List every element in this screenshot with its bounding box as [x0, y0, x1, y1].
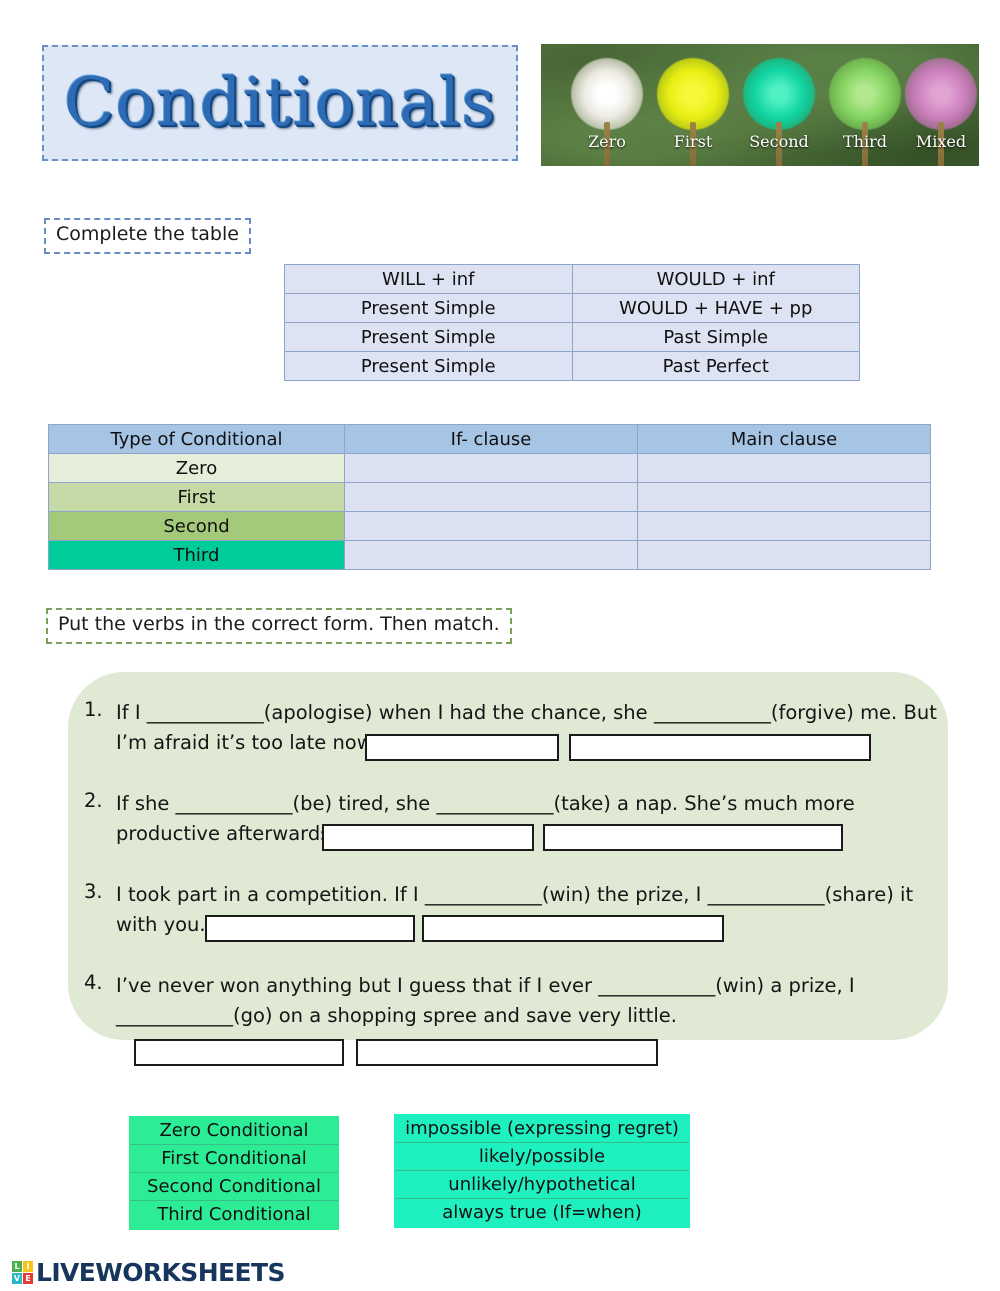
question-text-1-line2: I’m afraid it’s too late now.: [116, 731, 378, 754]
logo-tile-v: V: [12, 1273, 22, 1284]
if-clause-input-zero[interactable]: [344, 453, 638, 483]
liveworksheets-wordmark: LIVEWORKSHEETS: [36, 1258, 285, 1287]
logo-tile-e: E: [23, 1273, 33, 1284]
table-header-row: Type of Conditional If- clause Main clau…: [48, 424, 931, 454]
if-clause-input-first[interactable]: [344, 482, 638, 512]
answer-input-4a[interactable]: [134, 1039, 344, 1066]
match-item-left[interactable]: Third Conditional: [130, 1201, 338, 1229]
matching-column-conditional-types: Zero Conditional First Conditional Secon…: [129, 1116, 339, 1230]
dandelion-label: Second: [749, 132, 809, 151]
conditional-type-first: First: [48, 482, 345, 512]
question-text-2-line2: productive afterwards.: [116, 822, 337, 845]
table-row: Present Simple WOULD + HAVE + pp: [284, 293, 860, 323]
verb-forms-table: WILL + inf WOULD + inf Present Simple WO…: [284, 264, 860, 381]
question-text-3-line1: I took part in a competition. If I _____…: [116, 883, 914, 906]
main-clause-input-zero[interactable]: [637, 453, 931, 483]
forms-cell: Past Perfect: [571, 351, 860, 381]
question-text-4-line2: ____________(go) on a shopping spree and…: [116, 1004, 677, 1027]
match-item-right[interactable]: impossible (expressing regret): [395, 1115, 689, 1143]
dandelion-ball-icon: [829, 58, 901, 130]
table-row: Third: [48, 540, 931, 570]
forms-cell: WILL + inf: [284, 264, 573, 294]
worksheet-title-box: Conditionals: [42, 45, 518, 161]
dandelion-banner-image: Zero First Second Third Mixed: [541, 44, 979, 166]
instruction-put-verbs: Put the verbs in the correct form. Then …: [46, 608, 512, 644]
table-row: Second: [48, 511, 931, 541]
table-row: Present Simple Past Perfect: [284, 351, 860, 381]
dandelion-ball-icon: [657, 58, 729, 130]
answer-input-2a[interactable]: [322, 824, 534, 851]
answer-input-2b[interactable]: [543, 824, 843, 851]
column-header-main-clause: Main clause: [637, 424, 931, 454]
dandelion-label: Mixed: [915, 132, 967, 151]
answer-input-1a[interactable]: [365, 734, 559, 761]
table-row: WILL + inf WOULD + inf: [284, 264, 860, 294]
dandelion-label: Zero: [588, 132, 626, 151]
question-number-1: 1.: [84, 698, 103, 721]
question-number-4: 4.: [84, 971, 103, 994]
page-title: Conditionals: [63, 64, 497, 141]
answer-input-3a[interactable]: [205, 915, 415, 942]
matching-column-meanings: impossible (expressing regret) likely/po…: [394, 1114, 690, 1228]
liveworksheets-logo[interactable]: L I V E LIVEWORKSHEETS: [12, 1258, 285, 1287]
question-text-4-line1: I’ve never won anything but I guess that…: [116, 974, 855, 997]
worksheet-page: Conditionals Zero First Second Third Mix…: [0, 0, 1000, 1291]
main-clause-input-second[interactable]: [637, 511, 931, 541]
question-text-1-line1: If I ____________(apologise) when I had …: [116, 701, 937, 724]
dandelion-ball-icon: [905, 58, 977, 130]
forms-cell: Present Simple: [284, 322, 573, 352]
match-item-left[interactable]: First Conditional: [130, 1145, 338, 1173]
logo-tile-i: I: [23, 1261, 33, 1272]
dandelion-ball-icon: [571, 58, 643, 130]
main-clause-input-first[interactable]: [637, 482, 931, 512]
forms-cell: WOULD + inf: [571, 264, 860, 294]
column-header-type: Type of Conditional: [48, 424, 345, 454]
forms-cell: Past Simple: [571, 322, 860, 352]
if-clause-input-third[interactable]: [344, 540, 638, 570]
dandelion-zero: Zero: [559, 58, 655, 166]
conditional-type-zero: Zero: [48, 453, 345, 483]
match-item-right[interactable]: unlikely/hypothetical: [395, 1171, 689, 1199]
match-item-right[interactable]: always true (If=when): [395, 1199, 689, 1227]
forms-cell: Present Simple: [284, 293, 573, 323]
dandelion-ball-icon: [743, 58, 815, 130]
instruction-complete-the-table: Complete the table: [44, 218, 251, 254]
answer-input-4b[interactable]: [356, 1039, 658, 1066]
table-row: Present Simple Past Simple: [284, 322, 860, 352]
table-row: First: [48, 482, 931, 512]
answer-input-1b[interactable]: [569, 734, 871, 761]
if-clause-input-second[interactable]: [344, 511, 638, 541]
dandelion-second: Second: [731, 58, 827, 166]
conditional-type-third: Third: [48, 540, 345, 570]
liveworksheets-logo-tiles-icon: L I V E: [12, 1261, 33, 1284]
answer-input-3b[interactable]: [422, 915, 724, 942]
question-text-3-line2: with you.: [116, 913, 206, 936]
conditionals-table: Type of Conditional If- clause Main clau…: [48, 424, 931, 570]
forms-cell: Present Simple: [284, 351, 573, 381]
dandelion-mixed: Mixed: [893, 58, 979, 166]
column-header-if-clause: If- clause: [344, 424, 638, 454]
forms-cell: WOULD + HAVE + pp: [571, 293, 860, 323]
question-text-2-line1: If she ____________(be) tired, she _____…: [116, 792, 855, 815]
match-item-left[interactable]: Zero Conditional: [130, 1117, 338, 1145]
logo-tile-l: L: [12, 1261, 22, 1272]
question-number-2: 2.: [84, 789, 103, 812]
question-number-3: 3.: [84, 880, 103, 903]
dandelion-label: Third: [843, 132, 887, 151]
table-row: Zero: [48, 453, 931, 483]
dandelion-label: First: [673, 132, 713, 151]
dandelion-first: First: [645, 58, 741, 166]
conditional-type-second: Second: [48, 511, 345, 541]
match-item-left[interactable]: Second Conditional: [130, 1173, 338, 1201]
match-item-right[interactable]: likely/possible: [395, 1143, 689, 1171]
main-clause-input-third[interactable]: [637, 540, 931, 570]
